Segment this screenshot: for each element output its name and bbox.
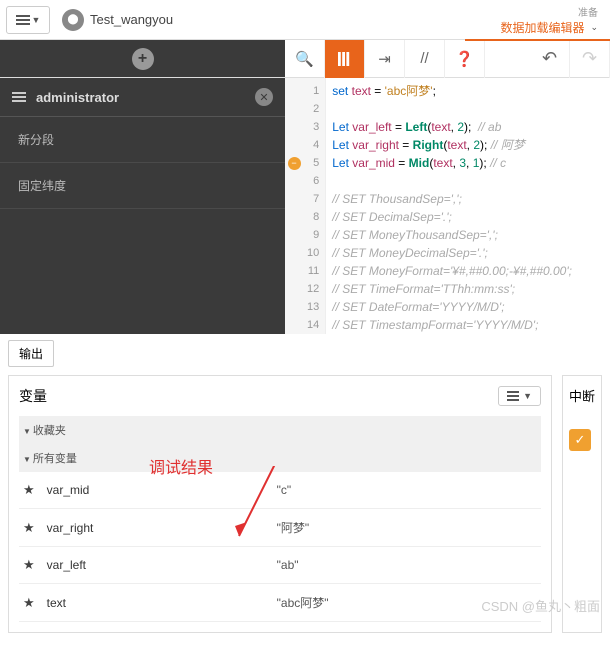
run-button[interactable] bbox=[325, 40, 365, 78]
variables-menu-button[interactable]: ▼ bbox=[498, 386, 541, 406]
indent-button[interactable]: ⇥ bbox=[365, 40, 405, 78]
star-icon[interactable]: ★ bbox=[23, 482, 35, 498]
hamburger-icon bbox=[16, 19, 30, 21]
main-menu-button[interactable]: ▼ bbox=[6, 6, 50, 34]
section-title: administrator bbox=[36, 90, 119, 105]
code-editor[interactable]: − 1234567891011121314 set text = 'abc阿梦'… bbox=[285, 78, 610, 334]
app-icon: ⬤ bbox=[62, 9, 84, 31]
chevron-down-icon: ▼ bbox=[32, 15, 41, 25]
star-icon[interactable]: ★ bbox=[23, 595, 35, 611]
all-vars-section[interactable]: 所有变量 bbox=[19, 444, 541, 472]
chevron-down-icon: ▼ bbox=[523, 391, 532, 401]
hamburger-icon bbox=[12, 96, 26, 98]
play-icon bbox=[338, 52, 352, 66]
editor-mode-label: 数据加载编辑器 bbox=[500, 19, 584, 36]
variable-value: "阿梦" bbox=[277, 519, 310, 536]
breakpoints-panel: 中断 ✓ bbox=[562, 375, 602, 633]
editor-mode-dropdown[interactable]: 数据加载编辑器 ⌄ bbox=[500, 19, 598, 36]
search-button[interactable]: 🔍 bbox=[285, 40, 325, 78]
help-button[interactable]: ❓ bbox=[445, 40, 485, 78]
redo-icon: ↷ bbox=[582, 48, 597, 69]
variables-panel: 变量 ▼ 收藏夹 所有变量 ★var_mid"c"★var_right"阿梦"★… bbox=[8, 375, 552, 633]
variable-row[interactable]: ★ text"abc阿梦" bbox=[19, 584, 541, 622]
variable-value: "ab" bbox=[277, 558, 299, 572]
sidebar-item-fixed-dim[interactable]: 固定纬度 bbox=[0, 163, 285, 209]
plus-icon: + bbox=[132, 48, 154, 70]
variable-value: "c" bbox=[277, 483, 292, 497]
variable-name: var_right bbox=[47, 521, 277, 535]
variable-value: "abc阿梦" bbox=[277, 594, 329, 611]
sidebar-item-new-section[interactable]: 新分段 bbox=[0, 117, 285, 163]
chevron-down-icon: ⌄ bbox=[590, 22, 598, 33]
undo-icon: ↶ bbox=[542, 48, 557, 69]
variable-name: text bbox=[47, 596, 277, 610]
search-icon: 🔍 bbox=[295, 50, 314, 68]
hamburger-icon bbox=[507, 395, 519, 397]
variable-name: var_left bbox=[47, 558, 277, 572]
close-button[interactable]: ✕ bbox=[255, 88, 273, 106]
variable-row[interactable]: ★ var_mid"c" bbox=[19, 472, 541, 509]
comment-icon: // bbox=[420, 50, 428, 67]
app-name: Test_wangyou bbox=[90, 12, 173, 27]
comment-button[interactable]: // bbox=[405, 40, 445, 78]
add-section-button[interactable]: + bbox=[0, 40, 285, 77]
watermark: CSDN @鱼丸丶粗面 bbox=[481, 596, 600, 615]
redo-button[interactable]: ↷ bbox=[570, 40, 610, 78]
indent-icon: ⇥ bbox=[378, 50, 391, 68]
help-icon: ❓ bbox=[455, 50, 474, 68]
undo-button[interactable]: ↶ bbox=[530, 40, 570, 78]
breakpoints-title: 中断 bbox=[569, 386, 595, 405]
favorites-section[interactable]: 收藏夹 bbox=[19, 416, 541, 444]
variable-name: var_mid bbox=[47, 483, 277, 497]
breakpoint-check[interactable]: ✓ bbox=[569, 429, 591, 451]
variable-row[interactable]: ★ var_left"ab" bbox=[19, 547, 541, 584]
variable-row[interactable]: ★ var_right"阿梦" bbox=[19, 509, 541, 547]
variables-title: 变量 bbox=[19, 386, 47, 406]
star-icon[interactable]: ★ bbox=[23, 520, 35, 536]
star-icon[interactable]: ★ bbox=[23, 557, 35, 573]
status-prep: 准备 bbox=[500, 4, 598, 19]
output-tab[interactable]: 输出 bbox=[8, 340, 54, 367]
